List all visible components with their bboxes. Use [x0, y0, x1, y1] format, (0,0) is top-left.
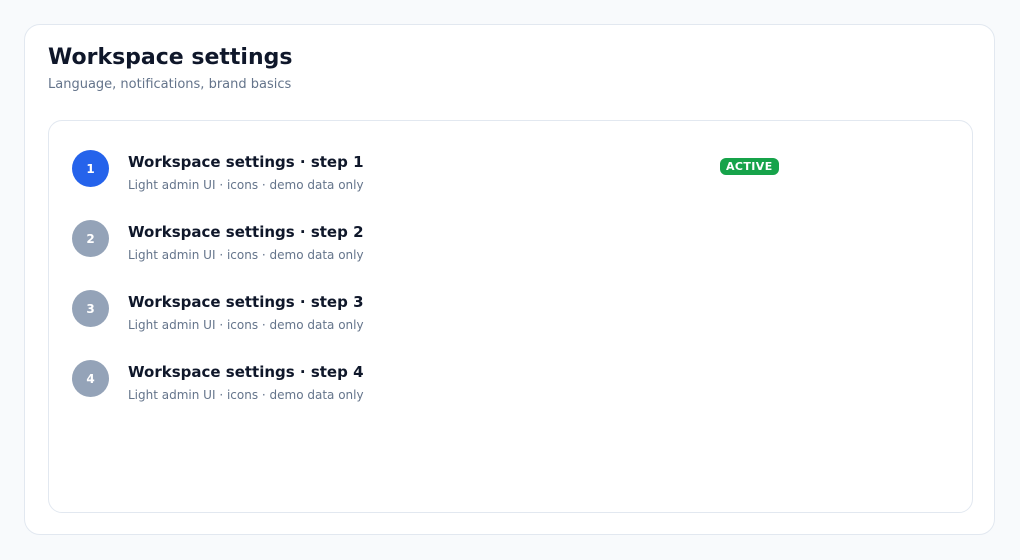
step-title: Workspace settings · step 3: [128, 293, 364, 311]
step-description: Light admin UI · icons · demo data only: [128, 388, 364, 402]
step-title: Workspace settings · step 4: [128, 363, 364, 381]
steps-card: 1 Workspace settings · step 1 Light admi…: [48, 120, 973, 513]
status-badge: ACTIVE: [720, 158, 779, 175]
step-number-indicator: 1: [72, 150, 109, 187]
step-item-2[interactable]: 2 Workspace settings · step 2 Light admi…: [49, 191, 972, 262]
step-item-3[interactable]: 3 Workspace settings · step 3 Light admi…: [49, 261, 972, 332]
step-item-4[interactable]: 4 Workspace settings · step 4 Light admi…: [49, 331, 972, 402]
step-number-indicator: 4: [72, 360, 109, 397]
page-subtitle: Language, notifications, brand basics: [48, 77, 292, 92]
step-number-indicator: 2: [72, 220, 109, 257]
page-title: Workspace settings: [48, 45, 293, 70]
step-item-1[interactable]: 1 Workspace settings · step 1 Light admi…: [49, 121, 972, 192]
step-title: Workspace settings · step 1: [128, 153, 364, 171]
settings-panel: Workspace settings Language, notificatio…: [24, 24, 995, 535]
step-number-indicator: 3: [72, 290, 109, 327]
step-title: Workspace settings · step 2: [128, 223, 364, 241]
